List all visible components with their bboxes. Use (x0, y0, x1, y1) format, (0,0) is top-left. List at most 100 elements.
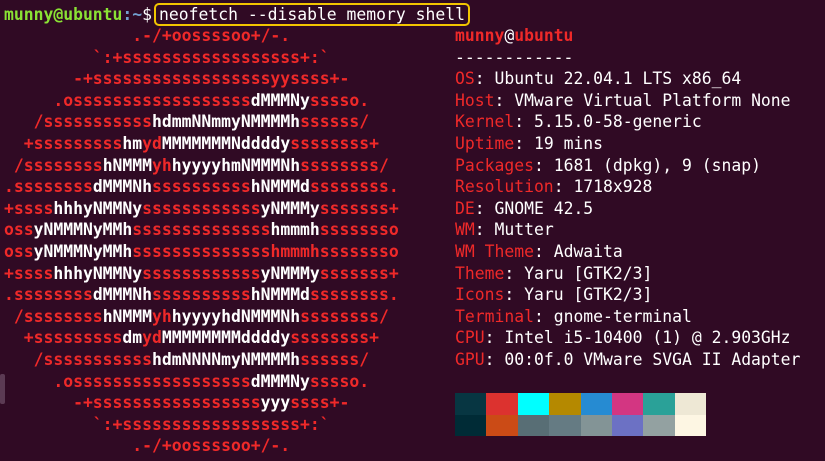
logo-line: .-/+oossssoo+/-. (4, 25, 444, 47)
info-row: Host: VMware Virtual Platform None (455, 90, 825, 112)
info-title: munny@ubuntu (455, 25, 825, 47)
logo-segment: ssssssss. (309, 177, 399, 197)
info-key: GPU (455, 349, 485, 369)
logo-line: .-/+oossssoo+/-. (4, 435, 444, 457)
logo-segment: oss (4, 241, 34, 261)
logo-line: ossyNMMMNyMMhsssssssssssssshmmmhssssssso (4, 219, 444, 241)
color-swatch (549, 393, 581, 415)
color-swatch (643, 414, 675, 436)
logo-segment: ssss+- (290, 393, 350, 413)
logo-segment: sssssss+ (319, 263, 399, 283)
info-key: WM Theme (455, 241, 534, 261)
info-value: GNOME 42.5 (494, 198, 594, 218)
info-row: Icons: Yaru [GTK2/3] (455, 284, 825, 306)
logo-segment: ssssss/ (300, 112, 370, 132)
info-key-separator: : (514, 112, 534, 132)
logo-segment: yh (152, 306, 172, 326)
info-row: Packages: 1681 (dpkg), 9 (snap) (455, 155, 825, 177)
logo-segment: .ssssssss (4, 285, 93, 305)
logo-line: .ssssssssdMMMNhsssssssssshNMMMdssssssss. (4, 284, 444, 306)
info-key-separator: : (504, 263, 525, 283)
color-swatch (486, 393, 518, 415)
logo-segment: yd (142, 133, 162, 153)
logo-segment: +sssssssss (4, 133, 123, 153)
info-row: Kernel: 5.15.0-58-generic (455, 111, 825, 133)
info-separator: ------------ (455, 47, 574, 67)
logo-segment: /ssssssss (4, 306, 103, 326)
info-value: 5.15.0-58-generic (533, 112, 702, 132)
logo-segment: yh (152, 155, 172, 175)
info-key-separator: : (553, 177, 574, 197)
info-row: WM: Mutter (455, 219, 825, 241)
logo-segment: +ssss (4, 263, 54, 283)
logo-line: /sssssssshNMMMyhhyyyyhmNMMMNhssssssss/ (4, 155, 444, 177)
logo-segment: +ssss (4, 198, 54, 218)
info-row: DE: GNOME 42.5 (455, 198, 825, 220)
logo-segment: -+ssssssssssssssssssyyssss+- (4, 69, 350, 89)
logo-line: +sssshhhyNMMNyssssssssssssyNMMMysssssss+ (4, 263, 444, 285)
ubuntu-ascii-logo: .-/+oossssoo+/-. `:+ssssssssssssssssss+:… (4, 25, 444, 457)
info-value: 1681 (dpkg), 9 (snap) (553, 155, 761, 175)
logo-line: +sssshhhyNMMNyssssssssssssyNMMMysssssss+ (4, 198, 444, 220)
color-swatch (517, 414, 550, 436)
logo-segment: ssssssssss (152, 177, 251, 197)
logo-segment: dm (122, 328, 143, 348)
info-key: WM (455, 220, 475, 240)
info-key-separator: : (533, 306, 554, 326)
logo-segment: /ssssssss (4, 155, 103, 175)
info-value: gnome-terminal (553, 306, 692, 326)
logo-segment: sssso. (309, 90, 370, 110)
logo-segment: dMMMNh (92, 285, 153, 305)
info-key: Uptime (455, 133, 515, 153)
info-key: Theme (455, 263, 505, 283)
logo-line: ossyNMMMNyMMhsssssssssssssshmmmhssssssso (4, 241, 444, 263)
logo-segment: ssssssss+ (290, 328, 380, 348)
logo-segment: ssssssssssss (142, 263, 261, 283)
prompt-path: :~ (122, 5, 143, 24)
info-value: 00:0f.0 VMware SVGA II Adapter (504, 349, 801, 369)
logo-segment: hyyyyhmNMMMNh (171, 155, 301, 175)
info-key: CPU (455, 328, 485, 348)
logo-line: -+ssssssssssssssssssyyssss+- (4, 68, 444, 90)
color-swatch (549, 414, 581, 436)
logo-line: .ossssssssssssssssssdMMMNysssso. (4, 90, 444, 112)
color-swatch (674, 393, 706, 415)
logo-segment: sssssss+ (319, 198, 399, 218)
color-swatch (611, 414, 644, 436)
logo-line: /ssssssssssshdmNNNNmyNMMMMhssssss/ (4, 349, 444, 371)
info-key-separator: : (514, 133, 534, 153)
logo-segment: `:+ssssssssssssssssss+:` (4, 47, 330, 67)
logo-segment: hNMMM (102, 155, 153, 175)
info-value: Mutter (494, 220, 554, 240)
scrollbar-edge[interactable] (0, 374, 5, 404)
logo-line: .ssssssssdMMMNhsssssssssshNMMMdssssssss. (4, 176, 444, 198)
logo-segment: dMMMNy (250, 90, 310, 110)
terminal-window[interactable]: munny@ubuntu:~$ neofetch --disable memory… (0, 0, 825, 461)
logo-segment: `:+ssssssssssssssssss+:` (4, 414, 330, 434)
logo-segment: .ssssssss (4, 177, 93, 197)
prompt-user-host: munny@ubuntu (4, 5, 123, 24)
logo-segment: dMMMNh (92, 177, 153, 197)
logo-line: .ossssssssssssssssssdMMMNysssso. (4, 371, 444, 393)
logo-segment: hyyyyhdNMMMNh (171, 306, 301, 326)
info-key-separator: : (484, 328, 505, 348)
info-row: WM Theme: Adwaita (455, 241, 825, 263)
prompt-line: munny@ubuntu:~$ neofetch --disable memory… (4, 3, 470, 26)
info-key-separator: : (474, 69, 495, 89)
info-row: CPU: Intel i5-10400 (1) @ 2.903GHz (455, 327, 825, 349)
color-swatch (611, 393, 644, 415)
info-value: Intel i5-10400 (1) @ 2.903GHz (504, 328, 791, 348)
info-key: OS (455, 69, 475, 89)
info-row: GPU: 00:0f.0 VMware SVGA II Adapter (455, 349, 825, 371)
palette-row-normal (455, 393, 706, 415)
logo-segment: MMMMMMMNddddy (161, 133, 291, 153)
info-key-separator: : (533, 241, 554, 261)
logo-segment: ssssssss+ (290, 133, 380, 153)
logo-segment: /sssssssssss (4, 112, 153, 132)
info-value: 1718x928 (573, 177, 653, 197)
logo-segment: .-/+oossssoo+/-. (4, 436, 291, 456)
info-value: Yaru [GTK2/3] (524, 263, 653, 283)
info-value: VMware Virtual Platform None (514, 90, 791, 110)
logo-segment: .-/+oossssoo+/-. (4, 26, 291, 45)
info-row: OS: Ubuntu 22.04.1 LTS x86_64 (455, 68, 825, 90)
